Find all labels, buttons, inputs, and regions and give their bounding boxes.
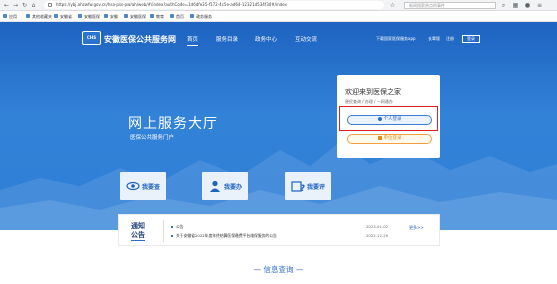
- browser-search-placeholder: 新闻搜索热点的事件: [409, 3, 445, 8]
- notice-item[interactable]: 公告: [171, 224, 184, 230]
- notice-panel: 通知 公告 公告 2023-01-02 关于安徽省2022年度年终结算医保缴费平…: [118, 214, 440, 246]
- info-query-heading: — 信息查询 —: [253, 265, 304, 274]
- bookmark-item[interactable]: 安徽医保: [124, 13, 146, 20]
- notice-tag: 通知 公告: [131, 222, 145, 241]
- browser-toolbar: ← → ↻ ⌂ https://ybj.ahzwfw.gov.cn/hsa-ps…: [0, 0, 557, 11]
- nav-interaction[interactable]: 互动交流: [295, 35, 317, 43]
- personal-login-button[interactable]: 个人登录: [347, 115, 432, 125]
- bookmark-item[interactable]: 教育: [150, 13, 164, 20]
- notice-item-date: 2023-01-02: [366, 224, 389, 229]
- chs-logo[interactable]: CHS: [82, 31, 101, 45]
- unit-login-button[interactable]: 单位登录: [347, 134, 432, 144]
- nav-home[interactable]: 首页: [187, 35, 199, 46]
- site-name[interactable]: 安徽医保公共服务网: [104, 34, 176, 45]
- profile-icon[interactable]: ●: [524, 2, 531, 9]
- bookmark-item[interactable]: 安徽: [104, 13, 118, 20]
- hero-title: 网上服务大厅: [128, 116, 218, 132]
- elder-version-link[interactable]: 长辈版: [428, 36, 440, 42]
- bookmarks-bar: 应用 其他收藏夹 安徽省 安徽医保 安徽 安徽医保 教育 首页 政务服务: [0, 11, 557, 22]
- home-icon[interactable]: ⌂: [30, 2, 37, 9]
- welcome-tagline: 便民查询 / 办理 / 一网通办: [345, 99, 393, 104]
- svg-text:?: ?: [300, 184, 305, 192]
- browser-search-input[interactable]: 新闻搜索热点的事件: [404, 2, 496, 9]
- url-text: https://ybj.ahzwfw.gov.cn/hsa-pss-pw/ah/…: [56, 2, 287, 7]
- welcome-title: 欢迎来到医保之家: [345, 88, 401, 96]
- notice-item[interactable]: 关于安徽省2022年度年终结算医保缴费平台维保服务的公告: [171, 233, 277, 239]
- register-link[interactable]: 注册: [446, 36, 454, 42]
- service-label: 我要办: [224, 184, 243, 191]
- service-evaluate-button[interactable]: ? 我要评: [285, 172, 331, 200]
- person-icon: [210, 180, 220, 192]
- extensions-icon[interactable]: ▦: [512, 2, 519, 9]
- bookmark-star-icon[interactable]: ☆: [389, 2, 396, 9]
- notice-item-title: 公告: [176, 224, 184, 229]
- nav-government-center[interactable]: 政务中心: [255, 35, 277, 43]
- hero-banner: CHS 安徽医保公共服务网 首页 服务目录 政务中心 互动交流 下载国家医保服务…: [0, 22, 557, 230]
- user-icon: [377, 116, 382, 121]
- bullet-icon: [171, 226, 173, 228]
- nav-service-catalog[interactable]: 服务目录: [216, 35, 238, 43]
- notice-item-title: 关于安徽省2022年度年终结算医保缴费平台维保服务的公告: [176, 233, 277, 238]
- eye-icon: [126, 181, 140, 191]
- question-icon: ?: [291, 181, 305, 192]
- hero-subtitle: 医保公共服务门户: [130, 135, 175, 141]
- bookmark-item[interactable]: 其他收藏夹: [26, 13, 52, 20]
- lock-icon: [48, 3, 52, 7]
- unit-login-label: 单位登录: [383, 136, 402, 141]
- address-bar[interactable]: https://ybj.ahzwfw.gov.cn/hsa-pss-pw/ah/…: [44, 1, 384, 9]
- search-icon[interactable]: ⌕: [500, 2, 507, 9]
- menu-icon[interactable]: ≡: [536, 2, 543, 9]
- service-handle-button[interactable]: 我要办: [202, 172, 248, 200]
- divider: [163, 220, 164, 242]
- notice-tag-line1: 通知: [131, 222, 145, 230]
- bookmark-item[interactable]: 应用: [3, 13, 17, 20]
- service-label: 我要评: [307, 184, 326, 191]
- forward-icon[interactable]: →: [12, 2, 19, 9]
- reload-icon[interactable]: ↻: [21, 2, 28, 9]
- service-label: 我要查: [142, 184, 161, 191]
- service-query-button[interactable]: 我要查: [120, 172, 166, 200]
- notice-tag-line2: 公告: [131, 231, 145, 241]
- building-icon: [377, 135, 382, 140]
- bookmark-item[interactable]: 安徽医保: [78, 13, 100, 20]
- bookmark-item[interactable]: 首页: [170, 13, 184, 20]
- personal-login-label: 个人登录: [383, 117, 402, 122]
- notice-item-date: 2022-12-29: [366, 233, 389, 238]
- back-icon[interactable]: ←: [3, 2, 10, 9]
- bullet-icon: [171, 235, 173, 237]
- download-app-link[interactable]: 下载国家医保服务app: [376, 36, 416, 42]
- bookmark-item[interactable]: 政务服务: [190, 13, 212, 20]
- logo-text: CHS: [86, 35, 97, 40]
- bookmark-item[interactable]: 安徽省: [54, 13, 72, 20]
- header-login-button[interactable]: 登录: [462, 35, 480, 43]
- more-link[interactable]: 更多>>: [409, 225, 424, 231]
- login-card: 欢迎来到医保之家 便民查询 / 办理 / 一网通办 个人登录 单位登录: [337, 75, 440, 158]
